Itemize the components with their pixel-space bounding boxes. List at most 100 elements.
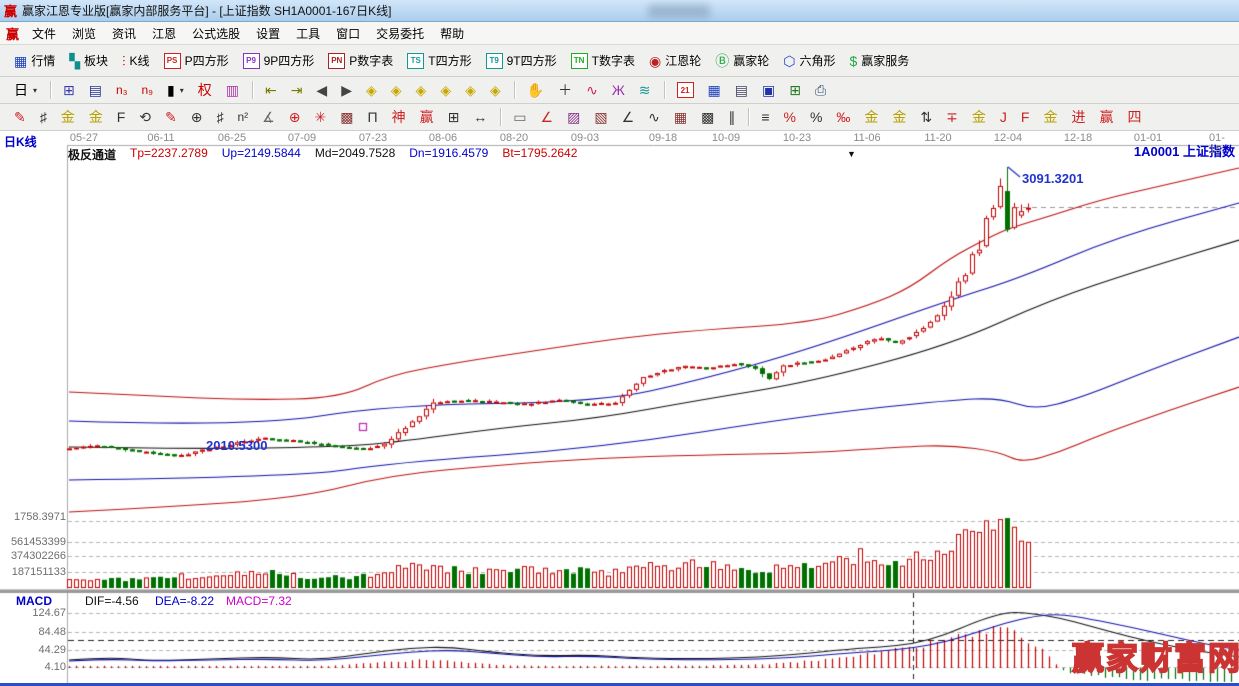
percent-line-icon[interactable]: ‰ <box>830 107 856 127</box>
parallel-lines-icon[interactable]: ∥ <box>722 107 741 127</box>
pattern-search-icon[interactable]: ≋ <box>633 80 657 100</box>
angle-line-icon[interactable]: ∠ <box>616 107 641 127</box>
grid-box2-icon[interactable]: ▩ <box>695 107 720 127</box>
overlay-compare-icon[interactable]: ∿ <box>580 80 604 100</box>
winner-wheel-button[interactable]: Ⓑ赢家轮 <box>709 49 775 72</box>
gold-grid2-icon[interactable]: 金 <box>83 107 109 127</box>
zoom-h-expand-icon[interactable]: ◈ <box>410 80 433 100</box>
prev-bar-icon[interactable]: ◀ <box>310 80 333 100</box>
percent-icon[interactable]: % <box>804 107 828 127</box>
golden-angle-icon[interactable]: 金 <box>966 107 992 127</box>
t-number-button[interactable]: TNT数字表 <box>565 49 641 72</box>
sectors-button[interactable]: ▚板块 <box>63 49 114 72</box>
percent-retrace-icon[interactable]: % <box>778 107 802 127</box>
golden-circle-icon[interactable]: 金 <box>858 107 884 127</box>
info-list-icon[interactable]: ▤ <box>83 80 108 100</box>
gann-wheel-button[interactable]: ◉江恩轮 <box>643 49 707 72</box>
last-bar-icon[interactable]: ⇥ <box>285 80 309 100</box>
statistics-icon[interactable]: ≡ <box>755 107 775 127</box>
p-number-button[interactable]: PNP数字表 <box>322 49 399 72</box>
si-angle-icon[interactable]: 四 <box>1121 107 1147 127</box>
menu-item-7[interactable]: 窗口 <box>328 23 368 44</box>
crosshair-icon[interactable]: ＋ <box>552 80 578 100</box>
system-windows-icon[interactable]: ⊞ <box>783 80 807 100</box>
angle-mirror-icon[interactable]: ∡ <box>256 107 281 127</box>
wave-tool-icon[interactable]: Ж <box>606 80 631 100</box>
gold-grid-icon[interactable]: 金 <box>55 107 81 127</box>
measure-grid-icon[interactable]: Π <box>361 107 383 127</box>
menu-item-9[interactable]: 帮助 <box>432 23 472 44</box>
zoom-all-expand-icon[interactable]: ◈ <box>459 80 482 100</box>
menu-item-1[interactable]: 浏览 <box>64 23 104 44</box>
menu-item-5[interactable]: 设置 <box>248 23 288 44</box>
grid-box-icon[interactable]: ▦ <box>668 107 693 127</box>
period-day-dropdown[interactable]: 日▾ <box>8 80 43 100</box>
next-bar-icon[interactable]: ▶ <box>335 80 358 100</box>
zoom-h-shrink-icon[interactable]: ◈ <box>434 80 457 100</box>
gann-grid-icon[interactable]: ♯ <box>34 107 53 127</box>
circle-grid-icon[interactable]: ⊕ <box>185 107 209 127</box>
shen-grid-icon[interactable]: 神 <box>386 107 412 127</box>
first-bar-icon[interactable]: ⇤ <box>259 80 283 100</box>
box-web-icon[interactable]: ▧ <box>588 107 613 127</box>
box-fan-icon[interactable]: ▨ <box>561 107 586 127</box>
n-squared-icon[interactable]: n² <box>232 107 255 127</box>
zoom-left-icon[interactable]: ◈ <box>360 80 383 100</box>
calendar-icon[interactable]: 21 <box>671 79 700 101</box>
save-icon[interactable]: ▣ <box>756 80 781 100</box>
spiral-icon[interactable]: ⟲ <box>133 107 157 127</box>
zoom-all-shrink-icon[interactable]: ◈ <box>484 80 507 100</box>
ying-angle-icon[interactable]: 赢 <box>1093 107 1119 127</box>
menu-item-4[interactable]: 公式选股 <box>184 23 248 44</box>
volume-distribution-icon[interactable]: ⇅ <box>914 107 938 127</box>
j-line-icon[interactable]: J <box>994 107 1013 127</box>
jin-angle-icon[interactable]: 进 <box>1065 107 1091 127</box>
kline-button[interactable]: ⫶K线 <box>116 49 156 72</box>
golden-line-icon[interactable]: 金 <box>886 107 912 127</box>
printer-icon[interactable]: ⎙ <box>809 80 832 100</box>
f-line-icon[interactable]: F <box>1015 107 1036 127</box>
9p-square-button[interactable]: P99P四方形 <box>237 49 321 72</box>
ying-grid-icon[interactable]: 赢 <box>414 107 440 127</box>
gann-fan-icon[interactable]: ∠ <box>535 107 560 127</box>
menu-item-3[interactable]: 江恩 <box>144 23 184 44</box>
menu-item-8[interactable]: 交易委托 <box>368 23 432 44</box>
spiderweb-icon[interactable]: ✳ <box>308 107 332 127</box>
zoom-right-icon[interactable]: ◈ <box>385 80 408 100</box>
restore-rights-icon[interactable]: 权 <box>192 80 218 100</box>
mini-chart-9-icon[interactable]: n₉ <box>136 80 159 100</box>
zoom-left-icon-glyph: ◈ <box>366 83 377 97</box>
menu-item-0[interactable]: 文件 <box>24 23 64 44</box>
marker-pen-icon[interactable]: ✎ <box>159 107 183 127</box>
golden-angle2-icon[interactable]: 金 <box>1037 107 1063 127</box>
winner-service-button[interactable]: $赢家服务 <box>843 49 915 72</box>
pressure-support-icon[interactable]: ∓ <box>940 107 964 127</box>
f-grid-icon[interactable]: F <box>111 107 132 127</box>
color-volume-icon[interactable]: ▥ <box>220 80 245 100</box>
pattern-window-icon[interactable]: ⊞ <box>57 80 81 100</box>
ruler-123-icon[interactable]: ⊞ <box>442 107 466 127</box>
notes-icon[interactable]: ▤ <box>729 80 754 100</box>
mini-chart-3-icon[interactable]: n₃ <box>110 80 134 100</box>
hexagon-button[interactable]: ⬡六角形 <box>777 49 841 72</box>
hexagon-button-label: 六角形 <box>799 52 835 69</box>
9t-square-button[interactable]: T99T四方形 <box>480 49 563 72</box>
zigzag-icon[interactable]: ∿ <box>642 107 666 127</box>
candle-style-dropdown[interactable]: ▮▾ <box>161 80 190 100</box>
width-measure-icon[interactable]: ↔ <box>467 107 493 127</box>
menu-item-6[interactable]: 工具 <box>288 23 328 44</box>
gann-circle-icon[interactable]: ⊕ <box>283 107 307 127</box>
hash-grid-icon[interactable]: ♯ <box>211 107 230 127</box>
square-web-icon[interactable]: ▩ <box>334 107 359 127</box>
drag-hand-icon[interactable]: ✋ <box>521 80 550 100</box>
quotes-button[interactable]: ▦行情 <box>8 49 61 72</box>
menu-item-2[interactable]: 资讯 <box>104 23 144 44</box>
macd-header-0: MACD <box>16 594 52 608</box>
toolbar-separator <box>500 108 502 126</box>
p-square-button[interactable]: PSP四方形 <box>158 49 235 72</box>
low-price-label: 2010.5300 <box>206 438 267 453</box>
brush-tool-icon[interactable]: ✎ <box>8 107 32 127</box>
t-square-button[interactable]: TST四方形 <box>401 49 477 72</box>
calculator-icon[interactable]: ▦ <box>702 80 727 100</box>
rect-tool-icon[interactable]: ▭ <box>507 107 532 127</box>
